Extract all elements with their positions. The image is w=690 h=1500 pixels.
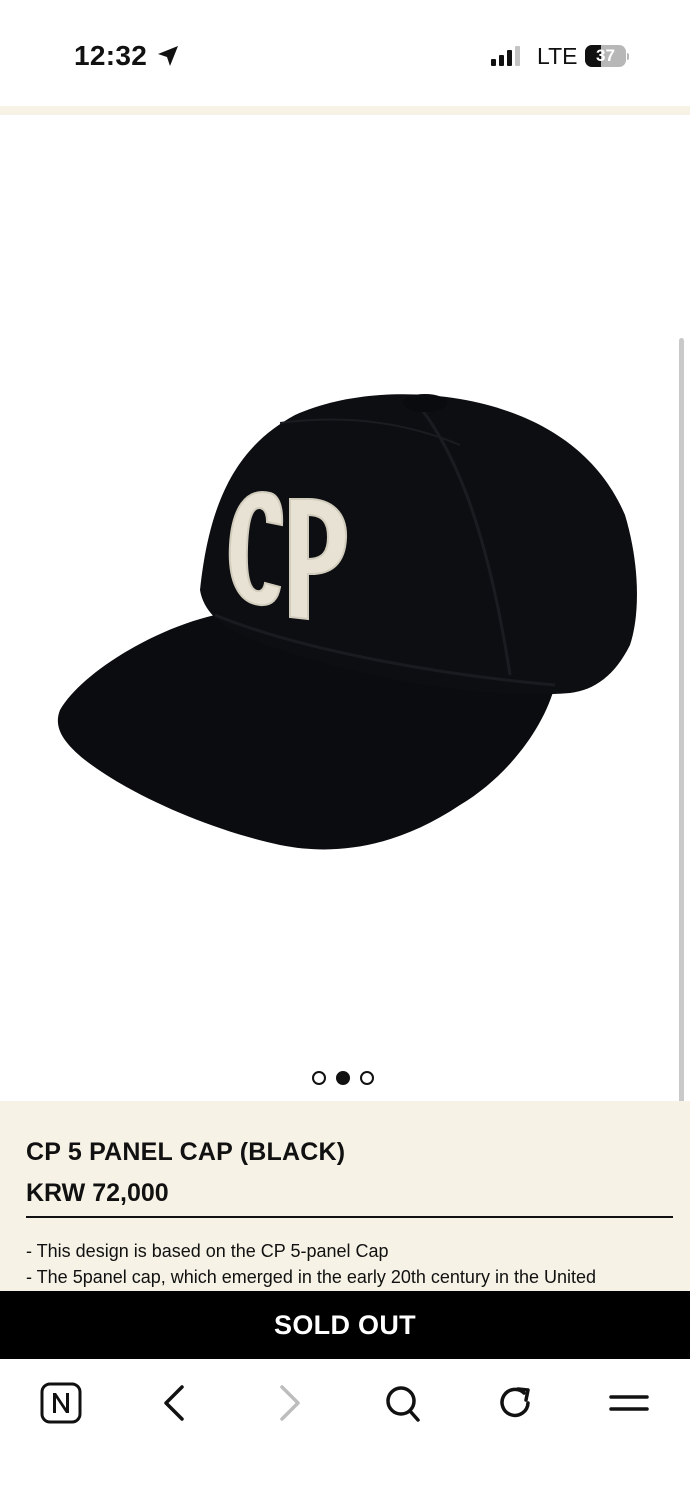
search-icon bbox=[386, 1386, 420, 1422]
reload-button[interactable] bbox=[492, 1381, 538, 1425]
status-bar: 12:32 LTE 37 bbox=[0, 0, 690, 106]
back-icon bbox=[164, 1385, 184, 1421]
network-type: LTE bbox=[537, 43, 578, 69]
back-button[interactable] bbox=[152, 1381, 198, 1425]
forward-icon bbox=[280, 1385, 300, 1421]
browser-toolbar bbox=[0, 1359, 690, 1500]
slide-indicator bbox=[312, 1071, 374, 1087]
product-price: KRW 72,000 bbox=[26, 1179, 169, 1207]
scrollbar[interactable] bbox=[679, 338, 684, 1126]
product-image bbox=[57, 394, 637, 850]
product-description: - This design is based on the CP 5-panel… bbox=[26, 1238, 596, 1290]
menu-icon bbox=[609, 1395, 649, 1411]
description-line: - This design is based on the CP 5-panel… bbox=[26, 1241, 389, 1261]
slide-dot-2[interactable] bbox=[336, 1071, 350, 1085]
status-time: 12:32 bbox=[74, 40, 148, 71]
search-button[interactable] bbox=[380, 1381, 426, 1425]
cellular-signal-icon bbox=[491, 46, 520, 66]
description-line: - The 5panel cap, which emerged in the e… bbox=[26, 1267, 597, 1287]
sold-out-button[interactable]: SOLD OUT bbox=[0, 1291, 690, 1359]
product-image-gallery[interactable] bbox=[0, 115, 690, 1126]
battery-icon: 37 bbox=[585, 45, 629, 68]
slide-dot-1[interactable] bbox=[312, 1071, 326, 1085]
naver-home-icon bbox=[40, 1382, 82, 1424]
header-strip bbox=[0, 106, 690, 115]
naver-home-button[interactable] bbox=[38, 1381, 84, 1425]
battery-level: 37 bbox=[596, 46, 615, 65]
forward-button[interactable] bbox=[266, 1381, 312, 1425]
divider bbox=[26, 1216, 673, 1218]
menu-button[interactable] bbox=[606, 1381, 652, 1425]
product-name: CP 5 PANEL CAP (BLACK) bbox=[26, 1138, 346, 1166]
reload-icon bbox=[500, 1387, 530, 1418]
location-arrow-icon bbox=[158, 46, 178, 66]
product-info-panel: CP 5 PANEL CAP (BLACK) KRW 72,000 - This… bbox=[0, 1101, 690, 1291]
slide-dot-3[interactable] bbox=[360, 1071, 374, 1085]
